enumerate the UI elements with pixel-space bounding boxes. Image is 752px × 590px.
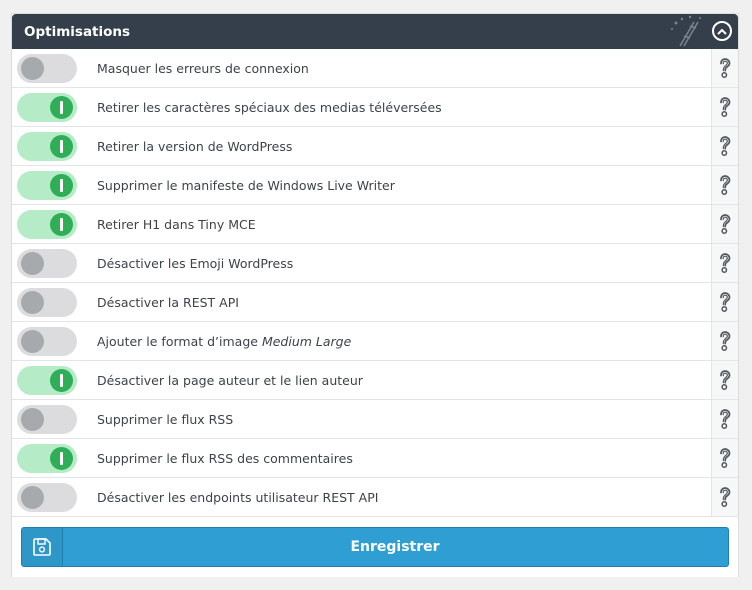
option-label-text: Désactiver la REST API — [97, 294, 239, 310]
help-question-icon — [720, 409, 731, 429]
help-question-icon — [720, 370, 731, 390]
option-toggle[interactable] — [17, 444, 77, 473]
toggle-knob — [21, 291, 44, 314]
save-icon-box — [22, 528, 63, 566]
option-row: Supprimer le flux RSS — [12, 400, 738, 439]
option-label-emphasis: Medium Large — [261, 333, 352, 349]
toggle-knob — [21, 408, 44, 431]
help-button[interactable] — [711, 322, 738, 360]
toggle-knob — [21, 330, 44, 353]
option-label-text: Désactiver les endpoints utilisateur RES… — [97, 489, 379, 505]
toggle-knob — [50, 96, 73, 119]
option-toggle[interactable] — [17, 54, 77, 83]
toggle-knob — [50, 369, 73, 392]
option-label: Retirer la version de WordPress — [97, 139, 292, 154]
option-row: Désactiver les endpoints utilisateur RES… — [12, 478, 738, 517]
help-button[interactable] — [711, 400, 738, 438]
option-row: Supprimer le manifeste de Windows Live W… — [12, 166, 738, 205]
save-button-label: Enregistrer — [350, 539, 440, 555]
option-row: Supprimer le flux RSS des commentaires — [12, 439, 738, 478]
option-row: Désactiver la page auteur et le lien aut… — [12, 361, 738, 400]
toggle-knob — [50, 447, 73, 470]
option-toggle[interactable] — [17, 249, 77, 278]
option-toggle[interactable] — [17, 483, 77, 512]
option-row: Retirer H1 dans Tiny MCE — [12, 205, 738, 244]
option-toggle[interactable] — [17, 132, 77, 161]
option-label: Retirer H1 dans Tiny MCE — [97, 217, 256, 232]
option-label-text: Désactiver les Emoji WordPress — [97, 255, 294, 271]
option-label-text: Désactiver la page auteur et le lien aut… — [97, 372, 363, 388]
help-question-icon — [720, 487, 731, 507]
option-toggle[interactable] — [17, 405, 77, 434]
help-button[interactable] — [711, 361, 738, 399]
option-label: Désactiver la page auteur et le lien aut… — [97, 373, 363, 388]
option-label: Masquer les erreurs de connexion — [97, 61, 309, 76]
help-question-icon — [720, 58, 731, 78]
option-toggle[interactable] — [17, 171, 77, 200]
help-button[interactable] — [711, 283, 738, 321]
option-label-text: Ajouter le format d’image — [97, 333, 262, 349]
toggle-knob — [21, 57, 44, 80]
option-label: Retirer les caractères spéciaux des medi… — [97, 100, 442, 115]
help-button[interactable] — [711, 49, 738, 87]
option-row: Désactiver les Emoji WordPress — [12, 244, 738, 283]
help-button[interactable] — [711, 88, 738, 126]
option-row: Ajouter le format d’image Medium Large — [12, 322, 738, 361]
option-label-text: Masquer les erreurs de connexion — [97, 60, 309, 76]
option-label-text: Retirer la version de WordPress — [97, 138, 293, 154]
chevron-up-icon — [717, 28, 727, 35]
magic-wand-icon — [671, 15, 701, 47]
toggle-knob — [21, 252, 44, 275]
toggle-knob — [21, 486, 44, 509]
toggle-knob — [50, 174, 73, 197]
option-label-text: Supprimer le flux RSS — [97, 411, 234, 427]
collapse-button[interactable] — [712, 21, 732, 41]
help-button[interactable] — [711, 439, 738, 477]
option-label: Désactiver les endpoints utilisateur RES… — [97, 490, 378, 505]
help-question-icon — [720, 331, 731, 351]
panel-title: Optimisations — [24, 23, 131, 40]
option-label: Désactiver les Emoji WordPress — [97, 256, 293, 271]
option-label-text: Supprimer le manifeste de Windows Live W… — [97, 177, 395, 193]
option-label: Ajouter le format d’image Medium Large — [97, 334, 351, 349]
help-button[interactable] — [711, 478, 738, 516]
option-toggle[interactable] — [17, 366, 77, 395]
help-question-icon — [720, 253, 731, 273]
option-toggle[interactable] — [17, 210, 77, 239]
option-label-text: Supprimer le flux RSS des commentaires — [97, 450, 353, 466]
option-label-text: Retirer les caractères spéciaux des medi… — [97, 99, 442, 115]
save-button[interactable]: Enregistrer — [21, 527, 729, 567]
option-toggle[interactable] — [17, 93, 77, 122]
help-question-icon — [720, 448, 731, 468]
help-question-icon — [720, 136, 731, 156]
toggle-knob — [50, 213, 73, 236]
toggle-knob — [50, 135, 73, 158]
optimisations-panel: Optimisations Masquer les erreurs de con… — [11, 13, 739, 577]
help-question-icon — [720, 214, 731, 234]
option-label-text: Retirer H1 dans Tiny MCE — [97, 216, 256, 232]
option-toggle[interactable] — [17, 327, 77, 356]
panel-header: Optimisations — [12, 14, 738, 49]
help-button[interactable] — [711, 244, 738, 282]
help-button[interactable] — [711, 205, 738, 243]
option-label: Supprimer le flux RSS des commentaires — [97, 451, 353, 466]
help-question-icon — [720, 292, 731, 312]
option-row: Désactiver la REST API — [12, 283, 738, 322]
option-row: Retirer les caractères spéciaux des medi… — [12, 88, 738, 127]
help-button[interactable] — [711, 166, 738, 204]
floppy-disk-icon — [33, 538, 51, 556]
option-label: Supprimer le flux RSS — [97, 412, 233, 427]
option-row: Masquer les erreurs de connexion — [12, 49, 738, 88]
option-toggle[interactable] — [17, 288, 77, 317]
option-row: Retirer la version de WordPress — [12, 127, 738, 166]
help-button[interactable] — [711, 127, 738, 165]
panel-footer: Enregistrer — [12, 517, 738, 577]
option-label: Supprimer le manifeste de Windows Live W… — [97, 178, 395, 193]
help-question-icon — [720, 97, 731, 117]
option-label: Désactiver la REST API — [97, 295, 239, 310]
help-question-icon — [720, 175, 731, 195]
options-list: Masquer les erreurs de connexion Retirer … — [12, 49, 738, 517]
